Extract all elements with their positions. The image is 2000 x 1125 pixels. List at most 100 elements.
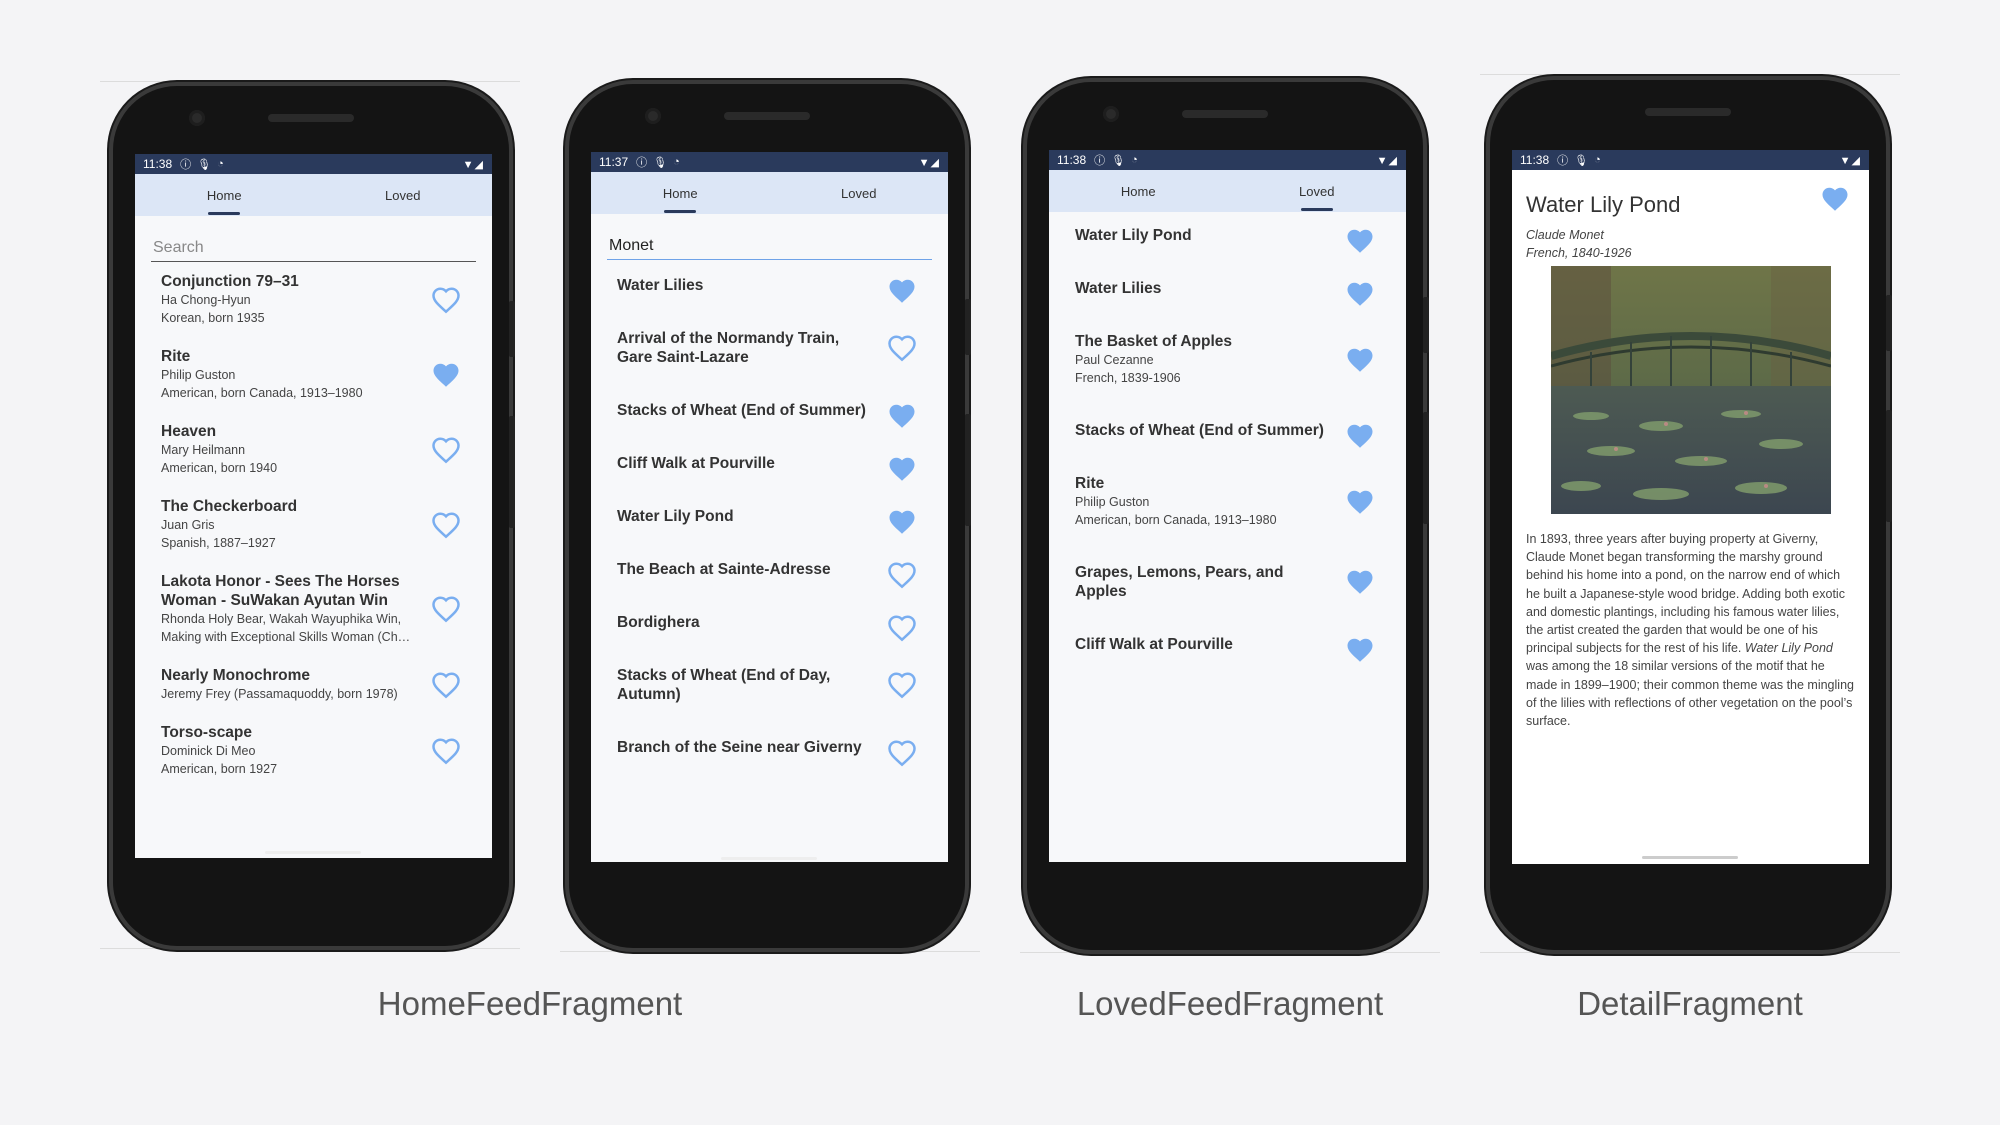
phone-home-feed: 11:38 ⓘ 🎙︎ ◔ ▼◢ Home Loved Conjunction 7… [113,86,515,946]
tab-bar: Home Loved [135,174,492,216]
heart-outline-icon[interactable] [430,285,462,315]
heart-filled-icon[interactable] [1344,226,1376,256]
heart-filled-icon[interactable] [1344,567,1376,597]
caption-loved: LovedFeedFragment [1076,985,1384,1022]
artwork-title: The Beach at Sainte-Adresse [617,561,831,578]
artwork-title: Stacks of Wheat (End of Summer) [617,402,866,419]
list-item[interactable]: Conjunction 79–31 Ha Chong-Hyun Korean, bo… [135,272,492,327]
artist-info: American, born 1940 [161,461,278,475]
artwork-title: Branch of the Seine near Giverny [617,739,862,756]
mic-icon: 🎙︎ [1111,154,1126,167]
artist-name: Claude Monet [1526,228,1604,242]
power-button [965,299,971,355]
heart-outline-icon[interactable] [430,510,462,540]
artwork-list: Water Lily Pond Water Lilies The Basket of… [1049,212,1406,662]
search-input[interactable] [607,237,932,255]
list-item[interactable]: Heaven Mary Heilmann American, born 1940 [135,422,492,477]
front-camera [1103,106,1119,122]
list-item[interactable]: The Checkerboard Juan Gris Spanish, 1887–1… [135,497,492,552]
artwork-title: Arrival of the Normandy Train, Gare Sain… [617,330,840,366]
artwork-title: Conjunction 79–31 [161,273,299,290]
status-time: 11:38 [143,157,173,171]
screen-home-feed: 11:38 ⓘ 🎙︎ ◔ ▼◢ Home Loved Conjunction 7… [135,154,492,858]
heart-filled-icon[interactable] [1344,345,1376,375]
list-item[interactable]: Stacks of Wheat (End of Summer) [1049,421,1406,448]
heart-filled-icon[interactable] [1344,279,1376,309]
tab-loved[interactable]: Loved [770,172,949,214]
heart-outline-icon[interactable] [886,333,918,363]
heart-outline-icon[interactable] [886,613,918,643]
power-button [1886,295,1892,351]
list-item[interactable]: Cliff Walk at Pourville [591,454,948,481]
description-artwork-title: Water Lily Pond [1744,641,1833,656]
heart-outline-icon[interactable] [886,560,918,590]
artwork-title: Stacks of Wheat (End of Day, Autumn) [617,667,831,703]
tab-home[interactable]: Home [135,174,314,216]
list-item[interactable]: Branch of the Seine near Giverny [591,738,948,767]
home-indicator [1642,856,1738,859]
heart-outline-icon[interactable] [430,736,462,766]
list-item[interactable]: Bordighera [591,613,948,642]
artwork-title: Rite [161,348,191,365]
artist-name: Philip Guston [1075,495,1150,509]
list-item[interactable]: Nearly Monochrome Jeremy Frey (Passamaquo… [135,666,492,703]
tab-home[interactable]: Home [591,172,770,214]
artist-name: Paul Cezanne [1075,353,1154,367]
search-input[interactable] [151,239,476,257]
artist-name: Ha Chong-Hyun [161,293,251,307]
heart-outline-icon[interactable] [430,670,462,700]
search-field[interactable] [607,232,932,260]
screen-loved-feed: 11:38 ⓘ 🎙︎ ◔ ▼◢ Home Loved Water Lily Po… [1049,150,1406,862]
artist-name: Mary Heilmann [161,443,246,457]
search-field[interactable] [151,234,476,262]
heart-outline-icon[interactable] [430,435,462,465]
info-icon: ⓘ [180,159,192,171]
heart-filled-icon[interactable] [886,401,918,431]
earpiece-speaker [724,112,810,120]
list-item[interactable]: Arrival of the Normandy Train, Gare Sain… [591,329,948,367]
tab-loved[interactable]: Loved [1228,170,1407,212]
heart-filled-icon[interactable] [430,360,462,390]
status-bar: 11:37 ⓘ 🎙︎ ◔ ▼◢ [591,152,948,172]
heart-filled-icon[interactable] [886,507,918,537]
heart-filled-icon[interactable] [1819,184,1851,214]
status-bar: 11:38 ⓘ 🎙︎ ◔ ▼◢ [135,154,492,174]
heart-outline-icon[interactable] [430,594,462,624]
artwork-title: The Basket of Apples [1075,333,1233,350]
list-item[interactable]: Torso-scape Dominick Di Meo American, born… [135,723,492,778]
heart-outline-icon[interactable] [886,738,918,768]
list-item[interactable]: Water Lily Pond [1049,226,1406,253]
earpiece-speaker [1182,110,1268,118]
heart-filled-icon[interactable] [1344,635,1376,665]
list-item[interactable]: Stacks of Wheat (End of Day, Autumn) [591,666,948,704]
list-item[interactable]: Water Lilies [1049,279,1406,306]
list-item[interactable]: Rite Philip Guston American, born Canada, … [135,347,492,402]
list-item[interactable]: Cliff Walk at Pourville [1049,635,1406,662]
tab-home[interactable]: Home [1049,170,1228,212]
list-item[interactable]: Water Lilies [591,276,948,303]
list-item[interactable]: Grapes, Lemons, Pears, and Apples [1049,563,1406,601]
artist-info: American, born Canada, 1913–1980 [161,386,363,400]
artist-info: Spanish, 1887–1927 [161,536,276,550]
power-button [1423,297,1429,353]
list-item[interactable]: Stacks of Wheat (End of Summer) [591,401,948,428]
list-item[interactable]: Lakota Honor - Sees The Horses Woman - S… [135,572,492,646]
heart-filled-icon[interactable] [1344,421,1376,451]
list-item[interactable]: The Beach at Sainte-Adresse [591,560,948,589]
heart-filled-icon[interactable] [1344,487,1376,517]
sync-icon: ◔ [1131,154,1138,166]
heart-filled-icon[interactable] [886,454,918,484]
description-text: In 1893, three years after buying proper… [1526,532,1845,656]
artwork-title: Cliff Walk at Pourville [1075,636,1233,653]
description-text: was among the 18 similar versions of the… [1526,659,1854,729]
tab-loved[interactable]: Loved [314,174,493,216]
artwork-title: Water Lily Pond [617,508,734,525]
artwork-title: Water Lilies [617,277,704,294]
list-item[interactable]: The Basket of Apples Paul Cezanne French, … [1049,332,1406,387]
heart-outline-icon[interactable] [886,670,918,700]
mic-icon: 🎙︎ [197,158,212,171]
list-item[interactable]: Rite Philip Guston American, born Canada, … [1049,474,1406,529]
heart-filled-icon[interactable] [886,276,918,306]
artwork-description: In 1893, three years after buying proper… [1526,530,1856,730]
list-item[interactable]: Water Lily Pond [591,507,948,534]
